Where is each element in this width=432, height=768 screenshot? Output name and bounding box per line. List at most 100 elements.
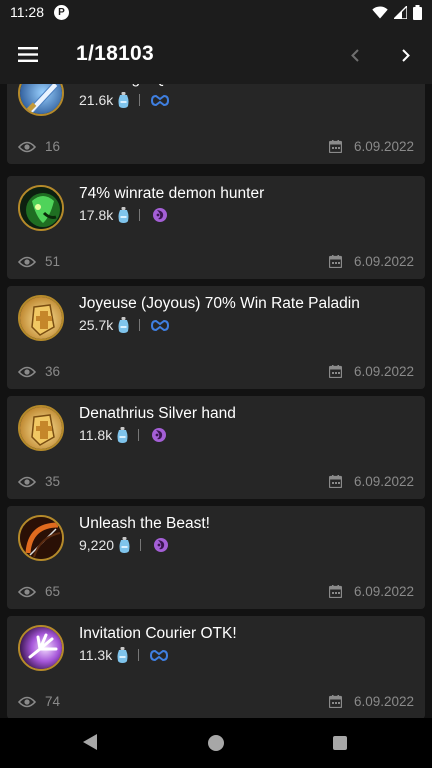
divider: [139, 319, 141, 331]
deck-date-value: 6.09.2022: [353, 694, 414, 709]
deck-class-avatar: [18, 295, 64, 341]
deck-card[interactable]: Invitation Courier OTK! 11.3k 74 6.09.2022: [7, 616, 425, 718]
status-icons: [372, 4, 422, 20]
hamburger-menu-icon: [18, 46, 38, 62]
format-badge: [152, 537, 170, 553]
format-badge: [151, 207, 169, 223]
dust-cost: 17.8k: [79, 207, 114, 223]
deck-class-avatar: [18, 625, 64, 671]
deck-cost-row: 9,220: [79, 537, 170, 553]
deck-class-avatar: [18, 185, 64, 231]
deck-date-value: 6.09.2022: [353, 474, 414, 489]
deck-cost-row: 21.6k: [79, 92, 170, 108]
eye-icon: [18, 366, 36, 377]
deck-class-avatar: [18, 84, 64, 116]
eye-icon: [18, 586, 36, 597]
calendar-icon: [328, 140, 342, 153]
wifi-icon: [372, 5, 388, 18]
chevron-left-icon: [351, 48, 359, 62]
dust-icon: [118, 207, 129, 223]
status-time: 11:28: [10, 4, 44, 20]
deck-card[interactable]: Mid-range Quest 21.6k 16 6.09.2022: [7, 84, 425, 164]
deck-date: 6.09.2022: [328, 694, 414, 709]
format-badge: [150, 427, 168, 443]
dust-cost: 21.6k: [79, 92, 114, 108]
deck-date-value: 6.09.2022: [353, 364, 414, 379]
divider: [139, 209, 141, 221]
view-count: 65: [18, 584, 60, 599]
dust-icon: [118, 317, 129, 333]
eye-icon: [18, 141, 36, 152]
deck-class-avatar: [18, 515, 64, 561]
signal-icon: [394, 5, 407, 19]
chevron-right-icon: [402, 48, 410, 62]
app-notification-icon: P: [54, 4, 69, 20]
deck-cost-row: 11.8k: [79, 427, 168, 443]
divider: [138, 429, 140, 441]
deck-date-value: 6.09.2022: [353, 139, 414, 154]
deck-cost-row: 11.3k: [79, 647, 169, 663]
dust-cost: 11.8k: [79, 427, 113, 443]
deck-list[interactable]: Mid-range Quest21.6k166.09.202274% winra…: [0, 84, 432, 718]
deck-cost-row: 17.8k: [79, 207, 169, 223]
dust-icon: [117, 647, 128, 663]
deck-card[interactable]: Unleash the Beast! 9,220 65 6.09.2022: [7, 506, 425, 609]
deck-card[interactable]: 74% winrate demon hunter 17.8k 51 6.09.2022: [7, 176, 425, 279]
previous-page-button[interactable]: [340, 40, 370, 70]
deck-date: 6.09.2022: [328, 254, 414, 269]
deck-card[interactable]: Joyeuse (Joyous) 70% Win Rate Paladin 25.…: [7, 286, 425, 389]
dust-icon: [119, 537, 130, 553]
standard-format-icon: [151, 94, 170, 106]
back-icon[interactable]: [83, 734, 97, 750]
system-navigation-bar: [0, 718, 432, 768]
dust-cost: 11.3k: [79, 647, 113, 663]
next-page-button[interactable]: [391, 40, 421, 70]
calendar-icon: [328, 365, 342, 378]
battery-icon: [413, 4, 422, 20]
standard-format-icon: [150, 649, 169, 661]
deck-cost-row: 25.7k: [79, 317, 170, 333]
eye-icon: [18, 256, 36, 267]
format-badge: [150, 647, 169, 663]
deck-title: Denathrius Silver hand: [79, 405, 236, 422]
deck-title: Unleash the Beast!: [79, 515, 210, 532]
format-badge: [151, 317, 170, 333]
deck-date: 6.09.2022: [328, 364, 414, 379]
wild-format-icon: [154, 538, 169, 552]
view-count-value: 51: [45, 254, 61, 269]
dust-icon: [117, 427, 128, 443]
deck-title: Invitation Courier OTK!: [79, 625, 237, 642]
divider: [138, 649, 140, 661]
deck-title: 74% winrate demon hunter: [79, 185, 265, 202]
divider: [139, 94, 141, 106]
view-count: 16: [18, 139, 60, 154]
dust-icon: [118, 92, 129, 108]
eye-icon: [18, 476, 36, 487]
view-count-value: 65: [45, 584, 61, 599]
deck-date: 6.09.2022: [328, 474, 414, 489]
recent-apps-icon[interactable]: [333, 736, 347, 750]
wild-format-icon: [153, 208, 168, 222]
view-count-value: 36: [45, 364, 61, 379]
dust-cost: 25.7k: [79, 317, 114, 333]
home-icon[interactable]: [208, 735, 224, 751]
deck-date-value: 6.09.2022: [353, 254, 414, 269]
dust-cost: 9,220: [79, 537, 115, 553]
app-bar: 1/18103: [0, 24, 432, 84]
divider: [140, 539, 142, 551]
view-count-value: 74: [45, 694, 61, 709]
calendar-icon: [328, 585, 342, 598]
deck-card[interactable]: Denathrius Silver hand 11.8k 35 6.09.2022: [7, 396, 425, 499]
menu-button[interactable]: [0, 24, 56, 84]
deck-date-value: 6.09.2022: [353, 584, 414, 599]
view-count-value: 16: [45, 139, 61, 154]
status-bar: 11:28 P: [0, 0, 432, 24]
calendar-icon: [328, 255, 342, 268]
view-count: 51: [18, 254, 60, 269]
view-count: 35: [18, 474, 60, 489]
deck-title: Joyeuse (Joyous) 70% Win Rate Paladin: [79, 295, 360, 312]
deck-date: 6.09.2022: [328, 584, 414, 599]
deck-class-avatar: [18, 405, 64, 451]
eye-icon: [18, 696, 36, 707]
view-count: 74: [18, 694, 60, 709]
